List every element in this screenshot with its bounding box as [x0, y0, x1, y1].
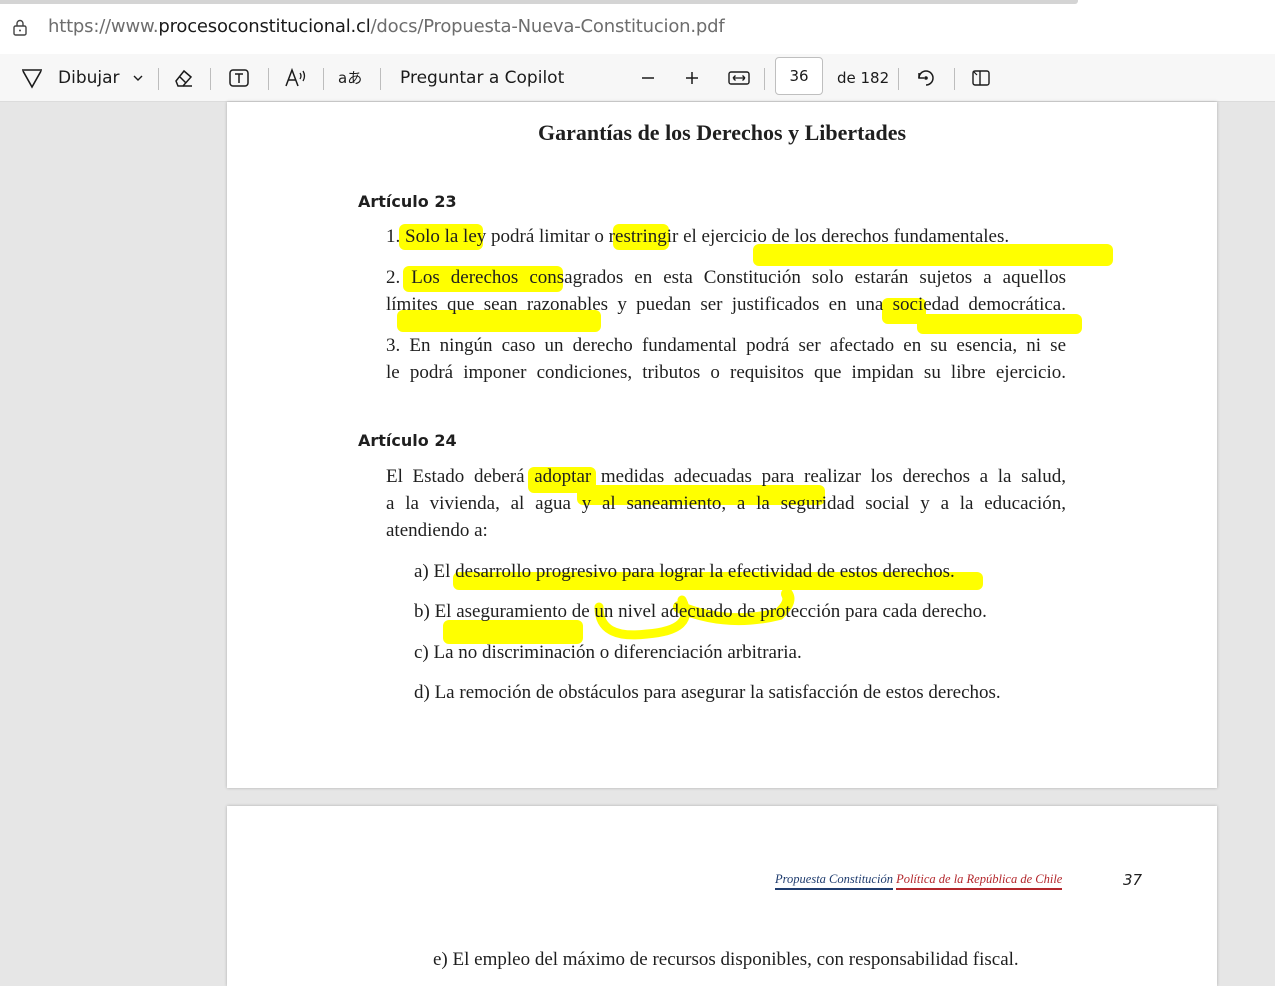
- url-path: /docs/Propuesta-Nueva-Constitucion.pdf: [370, 16, 725, 37]
- read-aloud-icon: [284, 67, 308, 89]
- page-total: de 182: [837, 54, 889, 102]
- pdf-page-37[interactable]: Propuesta Constitución Política de la Re…: [227, 806, 1217, 986]
- separator: [323, 68, 324, 90]
- article-24-intro-line2: a la vivienda, al agua y al saneamiento,…: [386, 493, 1066, 514]
- chevron-down-icon: [130, 70, 146, 86]
- ask-copilot-button[interactable]: Preguntar a Copilot: [400, 54, 564, 102]
- article-24-item-a: a) El desarrollo progresivo para lograr …: [414, 561, 955, 582]
- separator: [268, 68, 269, 90]
- fit-width-icon: [727, 68, 751, 88]
- zoom-in-icon: [682, 68, 702, 88]
- add-text-button[interactable]: [228, 54, 250, 102]
- lock-icon[interactable]: [10, 17, 30, 37]
- separator: [158, 68, 159, 90]
- article-23-p1: 1. Solo la ley podrá limitar o restringi…: [386, 226, 1010, 247]
- highlight-stroke: [917, 314, 1082, 334]
- top-scroll-indicator: [0, 0, 1078, 4]
- translate-icon: aあ: [338, 67, 364, 89]
- separator: [380, 68, 381, 90]
- article-24-intro-line3: atendiendo a:: [386, 520, 488, 541]
- article-24-title: Artículo 24: [358, 431, 457, 450]
- url-prefix: https://www.: [48, 16, 159, 37]
- draw-icon: [20, 66, 44, 90]
- draw-label: Dibujar: [58, 68, 120, 88]
- erase-button[interactable]: [172, 54, 194, 102]
- article-24-item-b: b) El aseguramiento de un nivel adecuado…: [414, 601, 987, 622]
- article-24-intro-line1: El Estado deberá adoptar medidas adecuad…: [386, 466, 1066, 487]
- article-23-p3-line2: le podrá imponer condiciones, tributos o…: [386, 362, 1066, 383]
- address-bar[interactable]: https://www.procesoconstitucional.cl/doc…: [0, 0, 1275, 54]
- zoom-in-button[interactable]: [682, 54, 702, 102]
- section-heading: Garantías de los Derechos y Libertades: [537, 120, 907, 145]
- page-view-icon: [970, 67, 992, 89]
- page-view-button[interactable]: [970, 54, 992, 102]
- article-23-p3-line1: 3. En ningún caso un derecho fundamental…: [386, 335, 1066, 356]
- read-aloud-button[interactable]: [284, 54, 308, 102]
- header-red-text: Política de la República de Chile: [896, 872, 1063, 890]
- zoom-out-button[interactable]: [638, 54, 658, 102]
- text-icon: [228, 67, 250, 89]
- ask-copilot-label: Preguntar a Copilot: [400, 68, 565, 88]
- article-24-item-e: e) El empleo del máximo de recursos disp…: [433, 949, 1019, 970]
- article-23-p2-line2: límites que sean razonables y puedan ser…: [386, 294, 1066, 315]
- rotate-icon: [915, 67, 937, 89]
- pdf-toolbar: Dibujar aあ Preguntar a Copilot 36 de 182: [0, 54, 1275, 102]
- separator: [764, 68, 765, 90]
- article-23-p2-line1: 2. Los derechos consagrados en esta Cons…: [386, 267, 1066, 288]
- fit-width-button[interactable]: [727, 54, 751, 102]
- url-domain: procesoconstitucional.cl: [158, 16, 371, 37]
- separator: [210, 68, 211, 90]
- draw-options-button[interactable]: [130, 54, 146, 102]
- separator: [898, 68, 899, 90]
- page-header-title: Propuesta Constitución Política de la Re…: [775, 872, 1063, 890]
- draw-button[interactable]: Dibujar: [20, 54, 120, 102]
- svg-text:aあ: aあ: [338, 69, 362, 87]
- article-24-item-c: c) La no discriminación o diferenciación…: [414, 642, 802, 663]
- page-number: 37: [1123, 871, 1143, 889]
- zoom-out-icon: [638, 68, 658, 88]
- url-text[interactable]: https://www.procesoconstitucional.cl/doc…: [48, 16, 725, 37]
- article-24-item-d: d) La remoción de obstáculos para asegur…: [414, 682, 1001, 703]
- highlight-stroke: [443, 620, 583, 644]
- page-number-input[interactable]: 36: [775, 57, 823, 95]
- separator: [954, 68, 955, 90]
- header-blue-text: Propuesta Constitución: [775, 872, 893, 890]
- rotate-button[interactable]: [915, 54, 937, 102]
- page-total-label: de 182: [837, 69, 890, 87]
- article-23-title: Artículo 23: [358, 192, 457, 211]
- pdf-page-36[interactable]: Garantías de los Derechos y Libertades A…: [227, 102, 1217, 788]
- eraser-icon: [172, 67, 194, 89]
- translate-button[interactable]: aあ: [338, 54, 364, 102]
